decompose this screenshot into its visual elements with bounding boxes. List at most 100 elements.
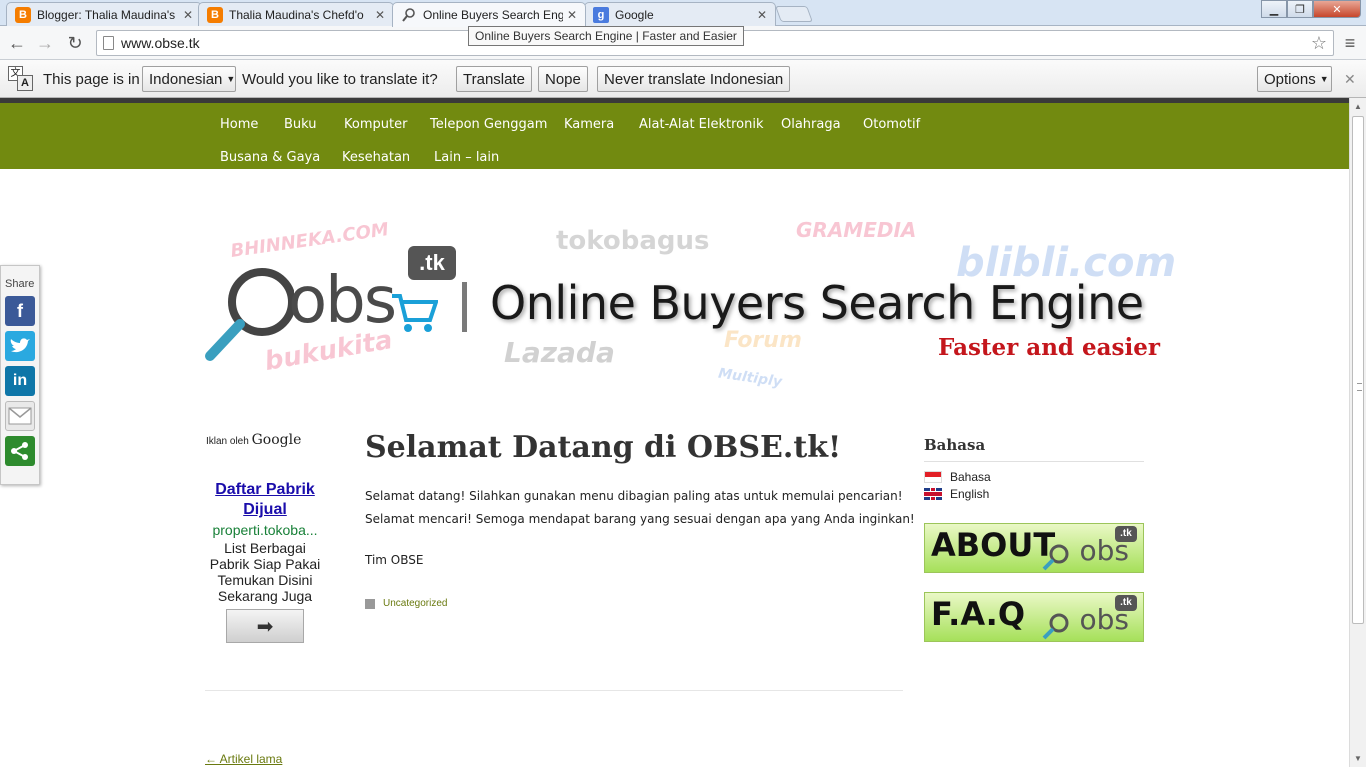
close-infobar-icon[interactable]: ✕ [1344, 66, 1356, 92]
older-posts-link[interactable]: ← Artikel lama [205, 752, 282, 766]
page-scrollbar[interactable]: ▲ ▼ [1349, 98, 1366, 767]
google-icon: g [593, 6, 609, 23]
banner-subtitle: Faster and easier [938, 334, 1160, 361]
divider [205, 690, 903, 691]
close-tab-icon[interactable]: ✕ [183, 8, 193, 22]
search-icon [401, 7, 417, 23]
linkedin-icon[interactable]: in [5, 366, 35, 396]
menu-item-otomotif[interactable]: Otomotif [863, 117, 920, 132]
tab-blogger-blog[interactable]: B Thalia Maudina's Chefd'o ✕ [198, 2, 394, 26]
translate-question: Would you like to translate it? [242, 70, 438, 88]
about-banner[interactable]: ABOUT obs .tk [924, 523, 1144, 573]
language-list: Bahasa English [924, 468, 1144, 502]
menu-item-komputer[interactable]: Komputer [344, 117, 407, 132]
close-tab-icon[interactable]: ✕ [757, 8, 767, 22]
reload-icon[interactable]: ↻ [64, 32, 86, 54]
faq-label: F.A.Q [931, 595, 1026, 633]
header-banner[interactable]: BHINNEKA.COM tokobagus GRAMEDIA blibli.c… [204, 218, 1176, 398]
language-option-indonesian[interactable]: Bahasa [924, 468, 1144, 485]
dropdown-arrow-icon: ▼ [1319, 74, 1329, 84]
magnifier-icon [1042, 544, 1069, 571]
tab-title: Thalia Maudina's Chefd'o [229, 7, 364, 22]
google-ad[interactable]: Daftar Pabrik Dijual properti.tokoba... … [204, 480, 326, 604]
language-label: English [950, 486, 990, 501]
ad-url[interactable]: properti.tokoba... [204, 522, 326, 538]
post-paragraph: Selamat datang! Silahkan gunakan menu di… [365, 489, 903, 503]
language-option-english[interactable]: English [924, 485, 1144, 502]
scroll-grip [1357, 383, 1362, 391]
faq-banner[interactable]: F.A.Q obs .tk [924, 592, 1144, 642]
nope-button[interactable]: Nope [538, 66, 588, 92]
magnifier-icon [1042, 613, 1069, 640]
translate-icon: 文A [8, 66, 34, 92]
language-label: Bahasa [950, 469, 991, 484]
page-title-tooltip: Online Buyers Search Engine | Faster and… [468, 26, 744, 46]
tab-title: Blogger: Thalia Maudina's [37, 7, 176, 22]
options-button[interactable]: Options ▼ [1257, 66, 1332, 92]
address-url: www.obse.tk [121, 35, 200, 51]
ad-go-button[interactable]: ➡ [226, 609, 304, 643]
translate-prefix: This page is in [43, 70, 140, 88]
tab-title: Online Buyers Search Engi [423, 8, 563, 22]
language-select[interactable]: Indonesian ▼ [142, 66, 236, 92]
arrow-right-icon: ➡ [256, 615, 274, 638]
tab-obse[interactable]: Online Buyers Search Engi ✕ [392, 2, 586, 27]
close-tab-icon[interactable]: ✕ [375, 8, 385, 22]
category-link[interactable]: Uncategorized [383, 598, 447, 609]
new-tab-button[interactable] [775, 6, 813, 22]
menu-icon[interactable]: ≡ [1340, 32, 1360, 54]
watermark: GRAMEDIA [796, 218, 917, 242]
google-brand: Google [251, 432, 302, 448]
facebook-icon[interactable]: f [5, 296, 35, 326]
menu-item-telepon-genggam[interactable]: Telepon Genggam [430, 117, 547, 132]
indonesia-flag-icon [924, 470, 942, 483]
tab-strip: B Blogger: Thalia Maudina's ✕ B Thalia M… [0, 0, 1366, 27]
banner-title: Online Buyers Search Engine [490, 276, 1144, 330]
tab-title: Google [615, 7, 654, 22]
watermark: Multiply [717, 365, 783, 391]
ad-title[interactable]: Daftar Pabrik Dijual [204, 480, 326, 520]
menu-item-kamera[interactable]: Kamera [564, 117, 614, 132]
obse-logo: obs .tk [204, 242, 464, 372]
ads-by-google[interactable]: Iklan oleh Google [206, 432, 301, 448]
watermark: tokobagus [556, 226, 710, 256]
window-close-button[interactable]: ✕ [1313, 0, 1361, 18]
share-icon[interactable] [5, 436, 35, 466]
language-value: Indonesian [149, 70, 223, 88]
menu-item-busana[interactable]: Busana & Gaya [220, 150, 320, 165]
menu-item-olahraga[interactable]: Olahraga [781, 117, 841, 132]
scroll-up-icon[interactable]: ▲ [1354, 102, 1362, 111]
forward-arrow-icon[interactable]: → [34, 32, 56, 54]
menu-item-lain-lain[interactable]: Lain – lain [434, 150, 499, 165]
tab-blogger-dashboard[interactable]: B Blogger: Thalia Maudina's ✕ [6, 2, 202, 26]
menu-item-elektronik[interactable]: Alat-Alat Elektronik [639, 117, 764, 132]
email-icon[interactable] [5, 401, 35, 431]
menu-item-home[interactable]: Home [220, 117, 258, 132]
post-category: Uncategorized [365, 598, 447, 609]
menu-item-buku[interactable]: Buku [284, 117, 317, 132]
twitter-icon[interactable] [5, 331, 35, 361]
menu-item-kesehatan[interactable]: Kesehatan [342, 150, 410, 165]
main-menu: Home Buku Komputer Telepon Genggam Kamer… [0, 103, 1349, 169]
magnifier-icon [205, 268, 294, 361]
shopping-cart-icon [392, 294, 438, 332]
blogger-icon: B [207, 6, 223, 23]
scroll-thumb[interactable] [1352, 116, 1364, 624]
back-arrow-icon[interactable]: ← [6, 32, 28, 54]
page-viewport: Home Buku Komputer Telepon Genggam Kamer… [0, 98, 1349, 767]
maximize-button[interactable]: ❐ [1287, 0, 1313, 18]
tab-google[interactable]: g Google ✕ [584, 2, 776, 26]
translate-button[interactable]: Translate [456, 66, 532, 92]
scroll-down-icon[interactable]: ▼ [1354, 754, 1362, 763]
language-widget-title: Bahasa [924, 436, 986, 454]
watermark: Forum [724, 328, 802, 353]
bookmark-star-icon[interactable]: ☆ [1311, 33, 1327, 54]
post-title[interactable]: Selamat Datang di OBSE.tk! [365, 430, 841, 465]
options-label: Options [1264, 70, 1316, 88]
page-icon [103, 36, 114, 50]
share-label: Share [5, 278, 35, 290]
close-tab-icon[interactable]: ✕ [567, 8, 577, 22]
watermark: Lazada [504, 336, 615, 369]
minimize-button[interactable]: ▁ [1261, 0, 1287, 18]
never-translate-button[interactable]: Never translate Indonesian [597, 66, 791, 92]
